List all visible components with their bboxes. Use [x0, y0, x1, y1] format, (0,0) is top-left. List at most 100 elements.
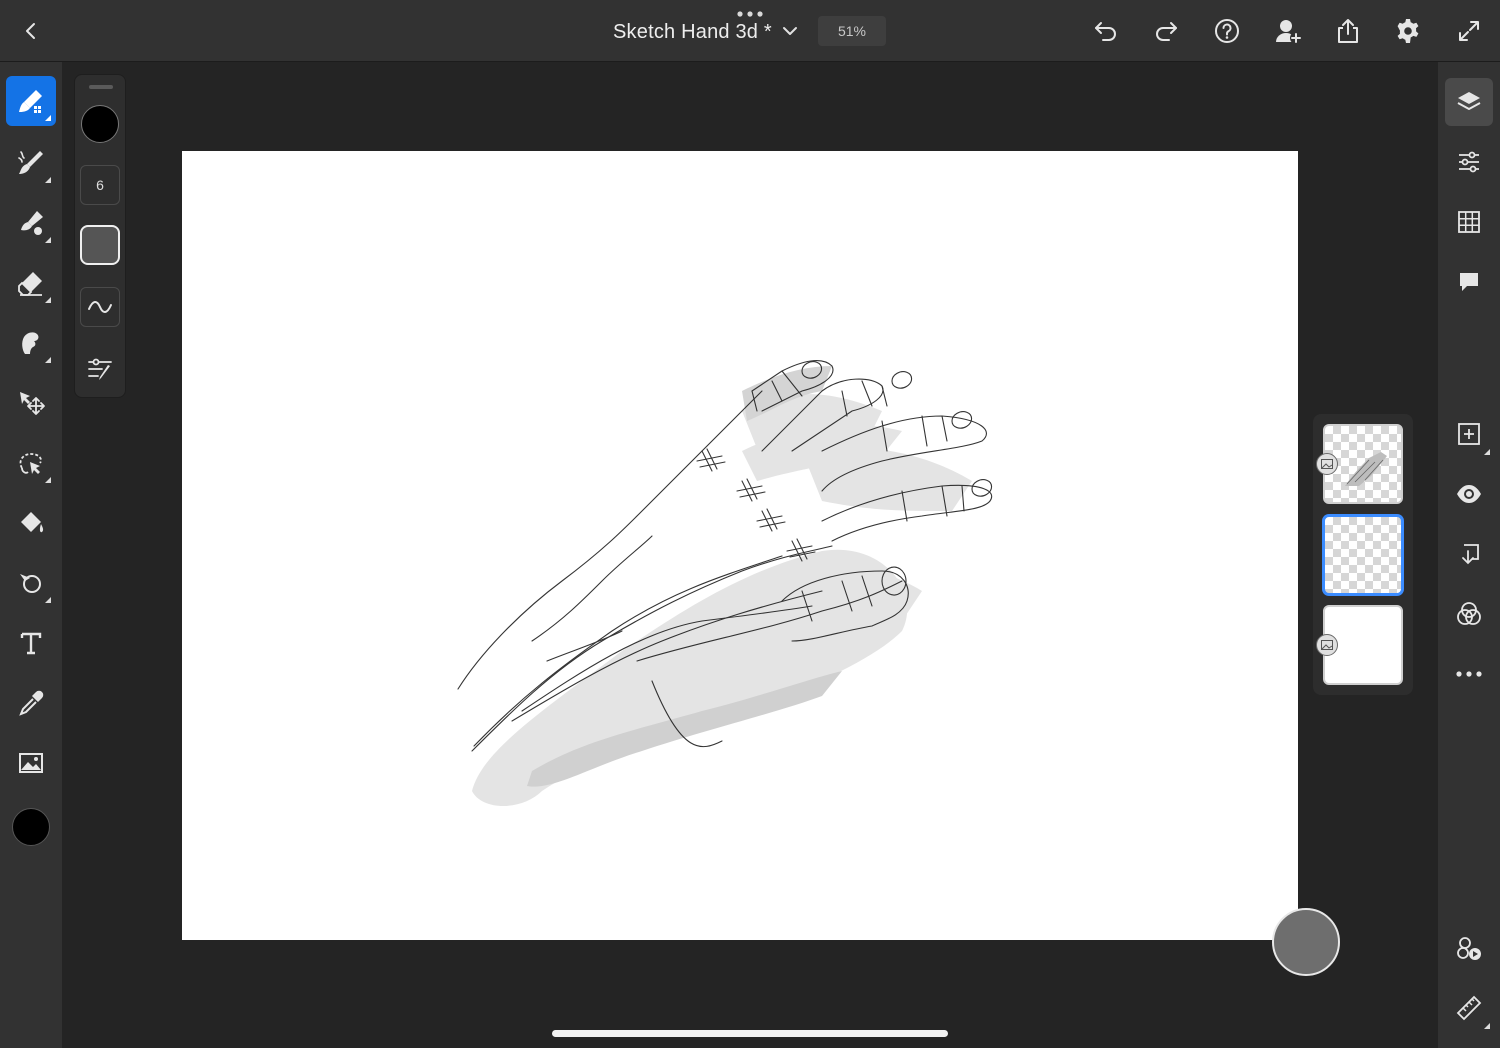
chevron-down-icon[interactable]	[778, 19, 802, 43]
wave-icon	[88, 301, 112, 313]
tool-shape[interactable]	[6, 558, 56, 608]
tool-fill[interactable]	[6, 498, 56, 548]
top-bar: Sketch Hand 3d * 51%	[0, 0, 1500, 62]
grid-button[interactable]	[1445, 198, 1493, 246]
mixer-brush-icon	[21, 211, 43, 235]
submenu-indicator	[45, 477, 51, 483]
more-dots-icon	[1456, 671, 1482, 677]
sliders-brush-icon	[88, 358, 112, 380]
touch-shortcut-button[interactable]	[1272, 908, 1340, 976]
tool-text[interactable]	[6, 618, 56, 668]
share-icon	[1338, 19, 1358, 43]
undo-button[interactable]	[1088, 13, 1124, 49]
submenu-indicator	[45, 177, 51, 183]
eyedropper-icon	[19, 690, 44, 716]
tool-live-brush[interactable]	[6, 138, 56, 188]
merge-down-button[interactable]	[1445, 530, 1493, 578]
tool-mixer-brush[interactable]	[6, 198, 56, 248]
move-icon	[20, 392, 45, 415]
zoom-level[interactable]: 51%	[818, 16, 886, 46]
merge-down-icon	[1462, 544, 1479, 565]
help-button[interactable]	[1209, 13, 1245, 49]
panel-grip[interactable]	[89, 85, 113, 89]
brush-properties-button[interactable]	[80, 349, 120, 389]
submenu-indicator	[1484, 1023, 1490, 1029]
layers-icon	[1457, 92, 1481, 110]
tool-eraser[interactable]	[6, 258, 56, 308]
sliders-icon	[1459, 151, 1479, 173]
eye-icon	[1457, 485, 1481, 503]
left-toolbar	[0, 62, 62, 1048]
submenu-indicator	[1484, 449, 1490, 455]
share-button[interactable]	[1330, 13, 1366, 49]
layers-toggle-button[interactable]	[1445, 78, 1493, 126]
tool-move-transform[interactable]	[6, 378, 56, 428]
fresco-app: Sketch Hand 3d * 51% 6	[0, 0, 1500, 1048]
tool-pixel-brush[interactable]	[6, 76, 56, 126]
live-brush-icon	[18, 151, 43, 174]
comments-button[interactable]	[1445, 258, 1493, 306]
tool-place-image[interactable]	[6, 738, 56, 788]
submenu-indicator	[45, 357, 51, 363]
brush-options-panel: 6	[74, 74, 126, 398]
submenu-indicator	[45, 297, 51, 303]
back-button[interactable]	[14, 14, 48, 48]
settings-button[interactable]	[1390, 13, 1426, 49]
image-layer-icon	[1321, 459, 1333, 469]
brush-size-value: 6	[96, 177, 104, 193]
brush-size-field[interactable]: 6	[80, 165, 120, 205]
hand-sketch-artwork	[457, 360, 993, 806]
shape-icon	[20, 574, 41, 593]
smudge-icon	[22, 332, 39, 354]
adjustments-button[interactable]	[1445, 138, 1493, 186]
grid-icon	[1458, 211, 1480, 233]
chevron-left-icon	[26, 23, 35, 39]
drawing-canvas[interactable]	[182, 151, 1298, 940]
ruler-icon	[1456, 995, 1482, 1021]
color-picker-swatch[interactable]	[12, 808, 50, 846]
blend-icon	[1457, 602, 1481, 625]
brush-color-swatch[interactable]	[81, 105, 119, 143]
tool-smudge[interactable]	[6, 318, 56, 368]
brush-opacity-swatch[interactable]	[80, 225, 120, 265]
redo-icon	[1156, 22, 1177, 41]
eraser-icon	[18, 272, 42, 296]
tool-lasso-selection[interactable]	[6, 438, 56, 488]
opacity-fill	[85, 230, 115, 260]
submenu-indicator	[45, 597, 51, 603]
brush-settings-button[interactable]	[80, 287, 120, 327]
pixel-brush-icon	[19, 90, 42, 113]
add-layer-icon	[1458, 423, 1480, 445]
lasso-icon	[19, 453, 42, 474]
invite-icon	[1276, 20, 1302, 44]
help-icon	[1215, 19, 1239, 43]
image-icon	[19, 753, 43, 773]
blend-mode-button[interactable]	[1445, 590, 1493, 638]
image-layer-icon	[1321, 640, 1333, 650]
layer-type-badge	[1316, 634, 1338, 656]
fullscreen-icon	[1459, 21, 1479, 41]
undo-icon	[1095, 22, 1116, 41]
comment-icon	[1460, 273, 1478, 291]
visibility-button[interactable]	[1445, 470, 1493, 518]
add-layer-button[interactable]	[1445, 410, 1493, 458]
document-title[interactable]: Sketch Hand 3d *	[613, 21, 772, 44]
invite-button[interactable]	[1270, 13, 1306, 49]
tool-eyedropper[interactable]	[6, 678, 56, 728]
fullscreen-button[interactable]	[1451, 13, 1487, 49]
layer-thumbnail-empty[interactable]	[1323, 515, 1403, 595]
settings-icon	[1397, 19, 1419, 43]
paint-bucket-icon	[21, 512, 44, 533]
more-options-button[interactable]	[1445, 650, 1493, 698]
remix-button[interactable]	[1445, 924, 1493, 972]
submenu-indicator	[45, 237, 51, 243]
right-toolbar	[1438, 62, 1500, 1048]
remix-icon	[1457, 937, 1481, 960]
document-title-area[interactable]: Sketch Hand 3d *	[613, 13, 772, 51]
redo-button[interactable]	[1148, 13, 1184, 49]
text-icon	[20, 632, 42, 655]
home-indicator[interactable]	[552, 1030, 948, 1037]
submenu-indicator	[45, 115, 51, 121]
layer-type-badge	[1316, 453, 1338, 475]
ruler-button[interactable]	[1445, 984, 1493, 1032]
